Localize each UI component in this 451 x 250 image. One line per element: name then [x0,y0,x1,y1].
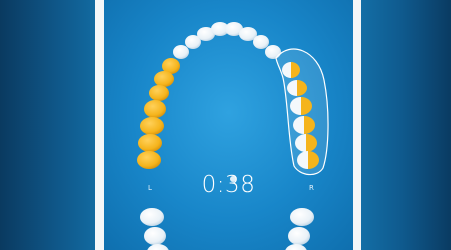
tooth-icon[interactable] [287,80,307,96]
upper-front-teeth [173,22,281,59]
tooth-icon[interactable] [173,45,189,59]
tooth-icon[interactable] [282,62,300,78]
tooth-icon[interactable] [288,227,310,245]
tooth-icon[interactable] [295,134,317,152]
tooth-icon[interactable] [293,116,315,134]
tooth-icon[interactable] [147,244,169,250]
backdrop-right [361,0,451,250]
tooth-icon[interactable] [297,151,319,169]
tooth-icon[interactable] [253,35,269,49]
tooth-icon[interactable] [149,85,169,101]
tooth-icon[interactable] [138,134,162,152]
tooth-icon[interactable] [144,100,166,118]
tooth-icon[interactable] [137,151,161,169]
tooth-icon[interactable] [144,227,166,245]
lower-teeth [140,208,314,250]
tooth-icon[interactable] [140,208,164,226]
tooth-icon[interactable] [285,244,307,250]
backdrop-left [0,0,95,250]
brushing-timer: 0:38 [201,172,256,198]
tooth-icon[interactable] [154,71,174,87]
dental-chart [137,22,329,250]
tooth-icon[interactable] [290,208,314,226]
tooth-icon[interactable] [140,117,164,135]
tooth-icon[interactable] [290,97,312,115]
upper-left-teeth [137,58,180,169]
app-screen: L R 0:38 [104,0,353,250]
